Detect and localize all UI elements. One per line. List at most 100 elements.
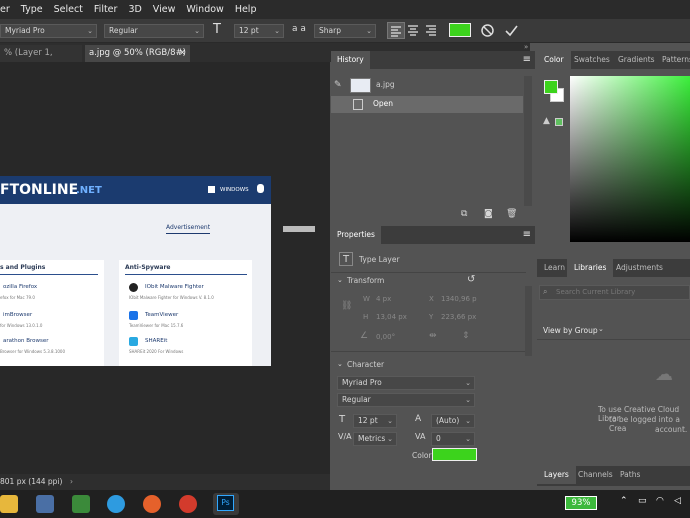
menu-3d[interactable]: 3D: [128, 4, 141, 15]
antialias-select[interactable]: Sharp ⌄: [314, 24, 376, 38]
height-field[interactable]: 13,04 px: [376, 313, 407, 321]
volume-icon[interactable]: ◁: [674, 496, 681, 506]
menu-view[interactable]: View: [153, 4, 176, 15]
menu-layer[interactable]: er: [0, 4, 10, 15]
list-item-sub: SHAREit 2020 For Windows: [129, 349, 184, 354]
tracking-select[interactable]: 0 ⌄: [431, 432, 475, 446]
chevron-down-icon[interactable]: ⌄: [337, 276, 343, 284]
tab-paths[interactable]: Paths: [613, 466, 647, 484]
list-item[interactable]: TeamViewer: [145, 312, 178, 318]
close-icon[interactable]: ×: [179, 45, 186, 62]
menu-filter[interactable]: Filter: [94, 4, 118, 15]
foreground-color-swatch[interactable]: [544, 80, 558, 94]
chevron-down-icon: ⌄: [465, 417, 471, 425]
tab-color[interactable]: Color: [537, 51, 571, 69]
character-section[interactable]: Character: [347, 360, 384, 369]
properties-scrollbar[interactable]: [525, 286, 532, 356]
collapse-panels-icon[interactable]: »: [524, 43, 528, 51]
tab-patterns[interactable]: Patterns: [655, 51, 690, 69]
history-brush-icon: ✎: [334, 80, 342, 90]
kerning-value: Metrics: [358, 434, 386, 443]
flip-vertical-icon[interactable]: ⇕: [462, 331, 470, 341]
menu-select[interactable]: Select: [54, 4, 83, 15]
list-item[interactable]: IObit Malware Fighter: [145, 284, 204, 290]
tab-history[interactable]: History: [331, 51, 370, 69]
y-field[interactable]: 223,66 px: [441, 313, 476, 321]
wifi-icon[interactable]: ◠: [656, 496, 664, 506]
text-color-swatch[interactable]: [449, 23, 471, 37]
chevron-up-icon[interactable]: ⌃: [620, 496, 628, 506]
align-center-button[interactable]: [405, 22, 423, 39]
kerning-select[interactable]: Metrics ⌄: [353, 432, 397, 446]
width-field[interactable]: 4 px: [376, 295, 391, 303]
tab-layers[interactable]: Layers: [537, 466, 576, 484]
font-style-select[interactable]: Regular ⌄: [104, 24, 204, 38]
chevron-down-icon[interactable]: ⌄: [598, 325, 604, 333]
iobit-icon: [129, 283, 138, 292]
character-style-select[interactable]: Regular ⌄: [337, 393, 475, 407]
list-item[interactable]: imBrowser: [3, 312, 32, 318]
view-by-group[interactable]: View by Group: [543, 326, 598, 335]
character-color-swatch[interactable]: [432, 448, 477, 461]
site-logo: FTONLINE: [0, 182, 79, 198]
list-item[interactable]: arathon Browser: [3, 338, 49, 344]
history-scrollbar[interactable]: [524, 76, 532, 206]
align-right-button[interactable]: [423, 22, 441, 39]
reset-icon[interactable]: ↺: [467, 274, 475, 285]
panel-menu-icon[interactable]: ≡: [523, 51, 531, 69]
flip-horizontal-icon[interactable]: ⇹: [429, 331, 437, 341]
battery-indicator[interactable]: 93%: [565, 496, 597, 510]
history-step[interactable]: Open: [331, 96, 523, 113]
file-explorer-icon[interactable]: [0, 495, 18, 513]
calculator-icon[interactable]: [36, 495, 54, 513]
align-right-icon: [426, 25, 436, 36]
color-picker-field[interactable]: [570, 76, 690, 242]
status-bar: 801 px (144 ppi) ›: [0, 474, 330, 490]
chevron-down-icon[interactable]: ⌄: [337, 360, 343, 368]
history-snapshot[interactable]: ✎ a.jpg: [331, 76, 523, 96]
canvas-text-layer[interactable]: [283, 226, 315, 232]
network-icon[interactable]: ▭: [638, 496, 647, 506]
tab-swatches[interactable]: Swatches: [567, 51, 617, 69]
gamut-swatch[interactable]: [555, 118, 563, 126]
trash-icon[interactable]: 🗑: [506, 209, 517, 219]
font-family-select[interactable]: Myriad Pro ⌄: [0, 24, 97, 38]
list-item[interactable]: SHAREit: [145, 338, 167, 344]
menu-type[interactable]: Type: [21, 4, 43, 15]
character-font-select[interactable]: Myriad Pro ⌄: [337, 376, 475, 390]
x-field[interactable]: 1340,96 p: [441, 295, 477, 303]
angle-field[interactable]: 0,00°: [376, 333, 395, 341]
tab-properties[interactable]: Properties: [331, 226, 381, 244]
cancel-button[interactable]: [480, 23, 495, 40]
font-size-icon: T: [213, 22, 221, 37]
edge-icon[interactable]: [107, 495, 125, 513]
chrome-icon[interactable]: [179, 495, 197, 513]
notepad-icon[interactable]: [72, 495, 90, 513]
font-size-select[interactable]: 12 pt ⌄: [234, 24, 284, 38]
library-search-input[interactable]: ⌕ Search Current Library: [539, 285, 690, 300]
tab-layer-document[interactable]: % (Layer 1, RGB/8): [0, 45, 82, 75]
character-size-select[interactable]: 12 pt ⌄: [353, 414, 397, 428]
menu-window[interactable]: Window: [186, 4, 223, 15]
tab-gradients[interactable]: Gradients: [611, 51, 662, 69]
firefox-icon[interactable]: [143, 495, 161, 513]
chevron-right-icon[interactable]: ›: [70, 474, 73, 490]
align-left-button[interactable]: [387, 22, 405, 39]
tab-libraries[interactable]: Libraries: [567, 259, 614, 277]
transform-section[interactable]: Transform: [347, 276, 384, 285]
menu-help[interactable]: Help: [235, 4, 257, 15]
list-item[interactable]: ozilla Firefox: [3, 284, 37, 290]
leading-select[interactable]: (Auto) ⌄: [431, 414, 475, 428]
libraries-tabs: Learn Libraries Adjustments: [537, 259, 690, 277]
tab-a-jpg[interactable]: a.jpg @ 50% (RGB/8#) ×: [85, 45, 190, 62]
properties-panel: Properties ≡ T Type Layer ⌄ Transform ↺ …: [331, 226, 535, 486]
tab-adjustments[interactable]: Adjustments: [609, 259, 670, 277]
commit-button[interactable]: [504, 23, 519, 40]
document-image[interactable]: FTONLINE .NET WINDOWS Advertisement s an…: [0, 176, 271, 366]
photoshop-taskbar-item[interactable]: Ps: [213, 493, 239, 515]
chevron-down-icon: ⌄: [274, 27, 280, 35]
new-document-from-state-icon[interactable]: ⧉: [461, 209, 467, 219]
link-icon[interactable]: ⛓: [341, 301, 352, 311]
panel-menu-icon[interactable]: ≡: [523, 226, 531, 244]
camera-icon[interactable]: ◙: [484, 209, 493, 219]
